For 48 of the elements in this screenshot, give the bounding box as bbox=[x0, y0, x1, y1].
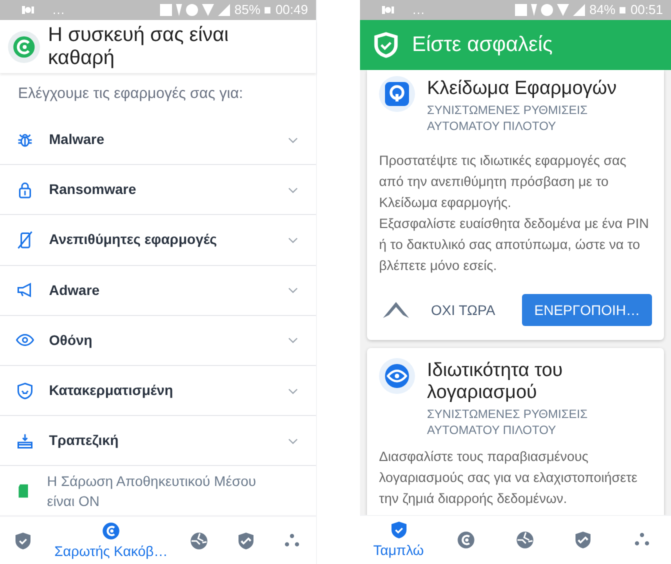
screen-title: Είστε ασφαλείς bbox=[412, 32, 553, 58]
card-title: Ιδιωτικότητα του λογαριασμού bbox=[427, 360, 564, 404]
check-row[interactable]: Ransomware bbox=[0, 165, 316, 216]
shield-link-icon bbox=[236, 531, 256, 552]
app-logo-icon bbox=[8, 30, 40, 62]
clock-time: 00:51 bbox=[630, 1, 663, 20]
battery-icon bbox=[264, 4, 272, 16]
clock-time: 00:49 bbox=[275, 1, 308, 20]
battery-percent: 84% bbox=[589, 1, 616, 20]
enable-button[interactable]: ΕΝΕΡΓΟΠΟΙΗ… bbox=[522, 294, 652, 326]
shield-check-icon bbox=[372, 30, 400, 60]
megaphone-icon bbox=[16, 281, 34, 300]
tray-icon bbox=[16, 432, 34, 450]
check-row[interactable]: Malware bbox=[0, 115, 316, 166]
screen-title: Η συσκευή σας είναι καθαρή bbox=[48, 24, 230, 70]
battery-percent: 85% bbox=[234, 1, 260, 20]
card-subtitle: ΣΥΝΙΣΤΩΜΕΝΕΣ ΡΥΘΜΙΣΕΙΣ ΑΥΤΟΜΑΤΟΥ ΠΙΛΟΤΟΥ bbox=[427, 406, 589, 438]
shield-icon bbox=[16, 382, 34, 400]
check-row[interactable]: Τραπεζική bbox=[0, 416, 316, 466]
check-row[interactable]: Adware bbox=[0, 266, 316, 316]
card-subtitle: ΣΥΝΙΣΤΩΜΕΝΕΣ ΡΥΘΜΙΣΕΙΣ ΑΥΤΟΜΑΤΟΥ ΠΙΛΟΤΟΥ bbox=[427, 102, 589, 134]
more-notifications-indicator: … bbox=[52, 1, 65, 20]
card-description: Διασφαλίστε τους παραβιασμένους λογαριασμούς σας για να ελαχιστοποιήσετε την ζημιά διαρροής δεδομένων. bbox=[379, 448, 638, 508]
padlock-icon bbox=[16, 180, 34, 199]
card-description: Προστατέψτε τις ιδιωτικές εφαρμογές σας από την ανεπιθύμητη πρόσβαση με το Κλείδωμα εφαρμογής. bbox=[379, 152, 628, 212]
not-now-button[interactable]: ΟΧΙ ΤΩΡΑ bbox=[429, 300, 498, 320]
scanner-logo-icon bbox=[456, 530, 476, 550]
check-row[interactable]: Οθόνη bbox=[0, 316, 316, 366]
collapse-chevron-icon[interactable] bbox=[383, 302, 409, 318]
storage-scan-status: Η Σάρωση Αποθηκευτικού Μέσου είναι ON bbox=[47, 472, 258, 511]
nav-tab[interactable]: Ταμπλώ bbox=[369, 518, 428, 562]
check-row[interactable]: Ανεπιθύμητες εφαρμογές bbox=[0, 215, 316, 266]
battery-icon bbox=[619, 4, 626, 16]
shield-link-icon bbox=[573, 530, 594, 550]
eye-target-icon bbox=[379, 358, 415, 394]
more-notifications-indicator: … bbox=[412, 1, 425, 20]
card-title: Κλείδωμα Εφαρμογών bbox=[427, 78, 617, 100]
crossed-phone-icon bbox=[16, 230, 34, 249]
section-subtitle: Ελέγχουμε τις εφαρμογές σας για: bbox=[17, 84, 244, 104]
card-description: Εξασφαλίστε ευαίσθητα δεδομένα με ένα PIN ή το δακτυλικό σας αποτύπωμα, ώστε να το βλέπετε μόνο εσείς. bbox=[379, 215, 650, 275]
nav-tab[interactable]: Σαρωτής Κακόβ… bbox=[50, 519, 172, 564]
shield-check-icon bbox=[388, 520, 409, 540]
keyhole-app-icon bbox=[379, 76, 415, 112]
scanner-logo-icon bbox=[101, 520, 122, 541]
check-row[interactable]: Κατακερματισμένη bbox=[0, 366, 316, 416]
shield-check-icon bbox=[13, 531, 34, 552]
globe-icon bbox=[188, 531, 209, 552]
globe-icon bbox=[514, 530, 535, 550]
